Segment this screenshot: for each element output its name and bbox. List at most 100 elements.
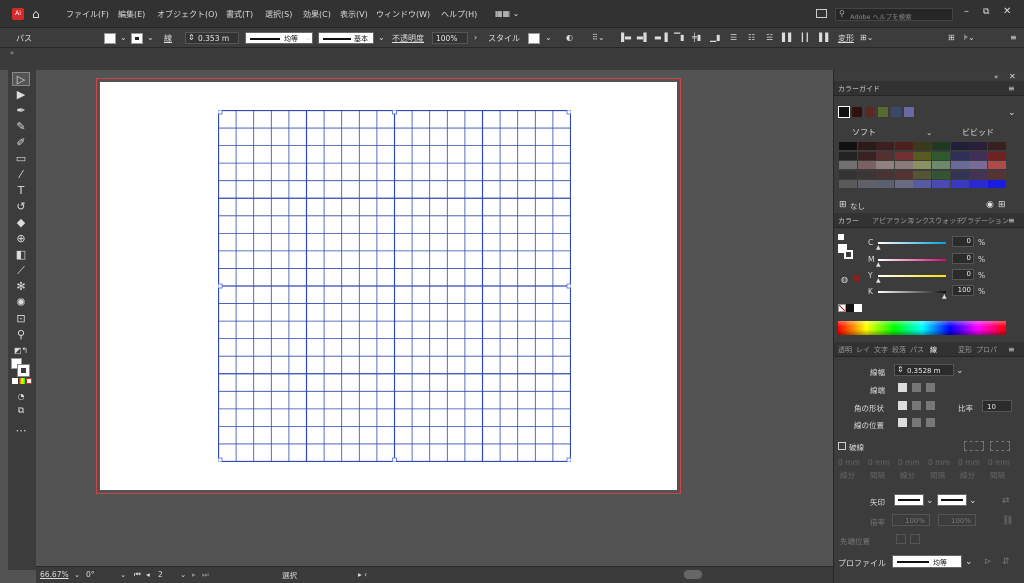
variation-swatch[interactable] <box>987 151 1006 160</box>
color-mode-buttons[interactable] <box>12 378 32 385</box>
variation-swatch[interactable] <box>876 161 895 170</box>
profile-select[interactable]: 均等 <box>892 555 962 568</box>
black-quick-swatch[interactable] <box>846 304 854 312</box>
dash-alignment-preserve-icon[interactable] <box>964 441 984 451</box>
variation-swatch[interactable] <box>950 180 969 189</box>
harmony-strip[interactable] <box>838 106 939 118</box>
stroke-swatch[interactable] <box>131 33 143 44</box>
grid-artwork[interactable] <box>217 109 572 463</box>
variation-swatch[interactable] <box>950 151 969 160</box>
tab-transform[interactable]: 変形 <box>958 345 972 355</box>
opacity-field[interactable]: 100% <box>432 32 468 44</box>
variation-swatch[interactable] <box>857 151 876 160</box>
projecting-cap-button[interactable] <box>926 383 935 392</box>
black-slider[interactable] <box>878 291 946 293</box>
round-join-button[interactable] <box>912 401 921 410</box>
align-inside-button[interactable] <box>912 418 921 427</box>
menu-file[interactable]: ファイル(F) <box>66 9 109 20</box>
type-tool-icon[interactable]: T <box>12 184 30 198</box>
miter-join-button[interactable] <box>898 401 907 410</box>
fill-stroke-indicator[interactable] <box>11 358 31 377</box>
horizontal-scrollbar[interactable] <box>684 570 702 579</box>
home-icon[interactable]: ⌂ <box>32 7 40 21</box>
status-mode[interactable]: 選択 <box>282 570 297 581</box>
tab-path[interactable]: パス <box>910 345 924 355</box>
arrowhead-start-select[interactable] <box>894 494 924 506</box>
variation-swatch[interactable] <box>894 161 913 170</box>
magenta-slider[interactable] <box>878 259 946 261</box>
gradient-tool-icon[interactable]: ◧ <box>12 248 30 262</box>
align-outside-button[interactable] <box>926 418 935 427</box>
selection-handle[interactable] <box>217 109 223 115</box>
menu-view[interactable]: 表示(V) <box>340 9 368 20</box>
none-swatch[interactable] <box>838 304 846 312</box>
rotation-value[interactable]: 0° <box>86 570 95 579</box>
selection-handle[interactable] <box>217 457 223 463</box>
draw-mode-icon[interactable]: ◔ <box>12 390 30 404</box>
dash-3[interactable]: 0 mm <box>958 458 980 467</box>
variation-swatch[interactable] <box>969 161 988 170</box>
align-vcenter-icon[interactable]: ╪▮ <box>692 33 701 42</box>
menu-edit[interactable]: 編集(E) <box>118 9 145 20</box>
scale-end-field[interactable]: 100% <box>938 514 976 526</box>
variation-swatch[interactable] <box>987 170 1006 179</box>
graphic-style-swatch[interactable] <box>528 33 540 44</box>
variation-swatch[interactable] <box>987 161 1006 170</box>
selection-handle[interactable] <box>392 109 397 115</box>
magenta-slider-handle[interactable]: ▲ <box>876 260 881 270</box>
gap-1[interactable]: 0 mm <box>868 458 890 467</box>
bevel-join-button[interactable] <box>926 401 935 410</box>
white-quick-swatch[interactable] <box>854 304 862 312</box>
variation-swatch[interactable] <box>839 151 857 160</box>
dashed-checkbox[interactable] <box>838 442 846 450</box>
cyan-slider[interactable] <box>878 242 946 244</box>
variation-swatch[interactable] <box>987 142 1006 150</box>
close-icon[interactable]: ✕ <box>1003 6 1011 17</box>
artboard-tool-icon[interactable]: ⊡ <box>12 312 30 326</box>
zoom-dropdown-icon[interactable]: ⌄ <box>74 570 80 579</box>
color-guide-tab[interactable]: カラーガイド <box>838 84 880 94</box>
variation-swatch[interactable] <box>969 180 988 189</box>
distribute-vcenter-icon[interactable]: ☷ <box>748 33 755 42</box>
gap-2[interactable]: 0 mm <box>928 458 950 467</box>
tab-color[interactable]: カラー <box>838 216 859 226</box>
variation-swatch[interactable] <box>987 180 1006 189</box>
first-artboard-icon[interactable]: ⏮ <box>134 570 141 580</box>
artboard-number[interactable]: 2 <box>158 570 163 579</box>
curvature-tool-icon[interactable]: ✎ <box>12 120 30 134</box>
color-spectrum[interactable] <box>838 321 1006 335</box>
status-arrows-icon[interactable]: ▸ ‹ <box>358 570 367 579</box>
brush-definition[interactable]: 基本 <box>318 32 374 44</box>
variation-swatch[interactable] <box>913 161 932 170</box>
variation-swatch[interactable] <box>950 161 969 170</box>
harmony-swatch[interactable] <box>838 106 850 118</box>
variation-swatch[interactable] <box>969 170 988 179</box>
rotation-dropdown-icon[interactable]: ⌄ <box>120 570 126 579</box>
stroke-dropdown-icon[interactable]: ⌄ <box>147 33 154 42</box>
out-of-gamut-icon[interactable]: ◍ <box>841 275 848 285</box>
variation-swatch[interactable] <box>894 170 913 179</box>
panel-menu-icon[interactable]: ≡ <box>1010 33 1017 42</box>
swatch-library-icon[interactable]: ⊞ <box>839 200 847 210</box>
direct-selection-tool-icon[interactable]: ▶ <box>12 88 30 102</box>
variable-width-profile[interactable]: 均等 <box>245 32 313 44</box>
profile-dropdown-icon[interactable]: ⌄ <box>305 33 312 42</box>
swap-fill-stroke-icon[interactable]: ◩↰ <box>12 344 30 358</box>
artboard-dropdown-icon[interactable]: ⌄ <box>180 570 186 579</box>
color-guide-menu-icon[interactable]: ≡ <box>1008 84 1015 93</box>
variation-swatch[interactable] <box>857 142 876 150</box>
tab-properties[interactable]: プロパ <box>976 345 997 355</box>
tab-character[interactable]: 文字 <box>874 345 888 355</box>
weight-field[interactable]: ⇕ 0.3528 m <box>894 364 954 376</box>
transform-menu-icon[interactable]: ⊞⌄ <box>860 33 873 42</box>
variation-swatch[interactable] <box>932 161 950 170</box>
variation-swatch[interactable] <box>969 151 988 160</box>
align-grid-icon[interactable]: ⠿⌄ <box>592 33 605 42</box>
profile-dropdown-icon-2[interactable]: ⌄ <box>965 557 973 567</box>
distribute-hcenter-icon[interactable]: ┃┃ <box>800 33 810 42</box>
arrowhead-end-dropdown-icon[interactable]: ⌄ <box>969 496 977 506</box>
variation-swatch[interactable] <box>932 142 950 150</box>
cyan-value[interactable]: 0 <box>952 236 974 247</box>
align-hcenter-icon[interactable]: ▬▌ <box>636 33 650 42</box>
rectangle-tool-icon[interactable]: ▭ <box>12 152 30 166</box>
